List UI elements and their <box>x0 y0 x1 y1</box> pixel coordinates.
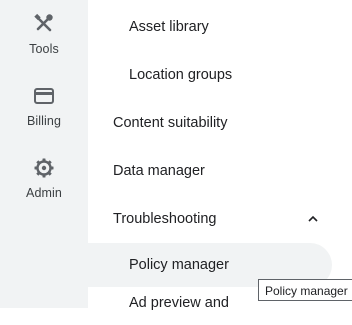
nav-item-label: Tools <box>29 42 59 56</box>
menu-item-troubleshooting[interactable]: Troubleshooting <box>88 197 352 241</box>
menu-item-data-manager[interactable]: Data manager <box>88 149 352 193</box>
credit-card-icon <box>34 88 54 104</box>
menu-item-label: Data manager <box>113 163 205 179</box>
gear-icon <box>34 158 54 178</box>
tooltip-text: Policy manager <box>265 284 348 298</box>
menu-item-asset-library[interactable]: Asset library <box>88 5 352 49</box>
tools-menu-panel: Asset library Location groups Content su… <box>88 0 352 311</box>
nav-item-billing[interactable]: Billing <box>0 84 88 148</box>
menu-item-label: Ad preview and <box>129 295 229 311</box>
menu-item-label: Location groups <box>129 67 233 83</box>
tooltip: Policy manager <box>258 279 352 301</box>
nav-item-tools[interactable]: Tools <box>0 12 88 76</box>
nav-item-admin[interactable]: Admin <box>0 156 88 220</box>
menu-item-location-groups[interactable]: Location groups <box>88 53 352 97</box>
menu-item-label: Asset library <box>129 19 209 35</box>
nav-rail: Tools Billing Admin <box>0 0 88 308</box>
menu-item-label: Content suitability <box>113 115 228 131</box>
nav-item-label: Billing <box>26 114 62 128</box>
menu-item-content-suitability[interactable]: Content suitability <box>88 101 352 145</box>
tools-icon <box>34 13 53 32</box>
menu-item-label: Policy manager <box>129 257 229 273</box>
chevron-up-icon <box>308 215 318 222</box>
nav-item-label: Admin <box>26 186 62 200</box>
menu-item-label: Troubleshooting <box>113 211 217 227</box>
